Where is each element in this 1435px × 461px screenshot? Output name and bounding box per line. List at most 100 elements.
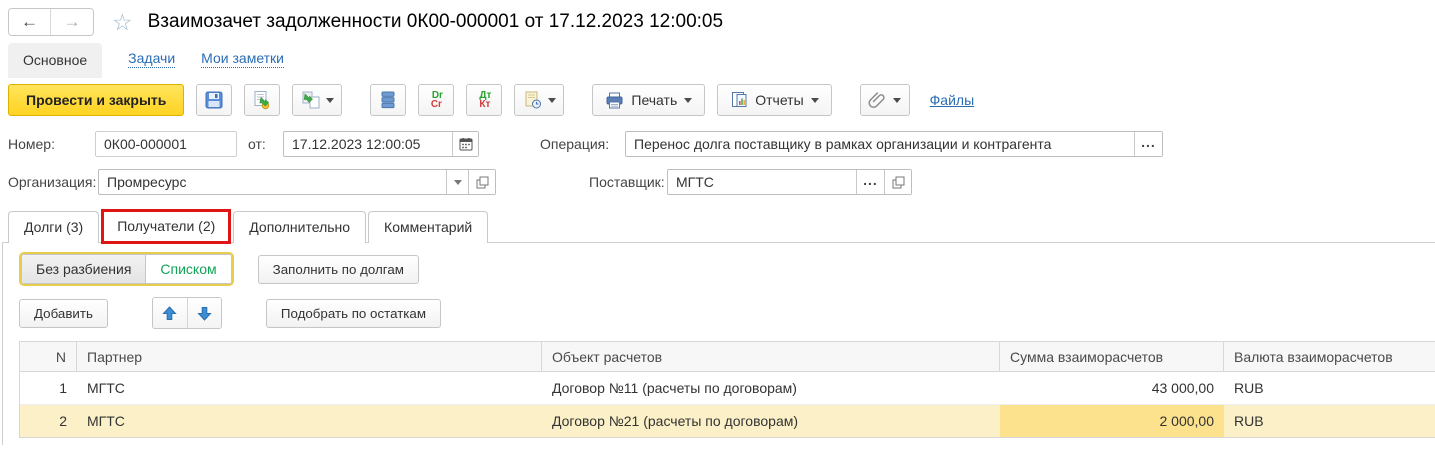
col-header-object[interactable]: Объект расчетов <box>542 342 1000 371</box>
number-label: Номер: <box>8 136 95 152</box>
chevron-down-icon <box>684 98 692 103</box>
post-document-button[interactable] <box>244 84 280 116</box>
date-input[interactable]: 17.12.2023 12:00:05 <box>283 131 479 157</box>
recipients-panel: Без разбиения Списком Заполнить по долга… <box>2 242 1435 445</box>
date-label: от: <box>248 136 283 152</box>
toggle-as-list[interactable]: Списком <box>146 255 230 283</box>
col-header-currency[interactable]: Валюта взаиморасчетов <box>1224 342 1435 371</box>
table-commands-row: Добавить Подобрать по остаткам <box>19 296 1435 330</box>
tab-tasks[interactable]: Задачи <box>128 50 175 68</box>
cell-partner[interactable]: МГТС <box>77 372 542 404</box>
favorite-star-icon[interactable]: ☆ <box>112 11 133 34</box>
chevron-down-icon <box>548 98 556 103</box>
supplier-input[interactable]: МГТС ... <box>667 169 912 195</box>
cell-sum-active[interactable]: 2 000,00 <box>1000 405 1224 437</box>
add-row-button[interactable]: Добавить <box>19 299 108 328</box>
forward-button[interactable]: → <box>51 9 93 35</box>
calendar-icon <box>459 137 473 151</box>
cell-currency[interactable]: RUB <box>1224 405 1435 437</box>
recipients-table: N Партнер Объект расчетов Сумма взаимора… <box>19 341 1435 438</box>
page-title: Взаимозачет задолженности 0К00-000001 от… <box>148 11 723 33</box>
printer-icon <box>605 92 624 109</box>
supplier-value: МГТС <box>668 174 856 190</box>
cell-n[interactable]: 2 <box>20 405 77 437</box>
col-header-partner[interactable]: Партнер <box>77 342 542 371</box>
organization-label: Организация: <box>8 174 98 190</box>
pick-by-balances-button[interactable]: Подобрать по остаткам <box>266 299 441 328</box>
chevron-down-icon <box>893 98 901 103</box>
split-mode-toggle: Без разбиения Списком <box>21 254 232 284</box>
organization-dropdown-button[interactable] <box>446 170 468 194</box>
open-form-icon <box>892 176 905 189</box>
operation-input[interactable]: Перенос долга поставщику в рамках органи… <box>625 131 1163 157</box>
supplier-label: Поставщик: <box>589 174 667 190</box>
save-button[interactable] <box>196 84 232 116</box>
tab-additional[interactable]: Дополнительно <box>233 211 366 243</box>
register-records-button[interactable] <box>370 84 406 116</box>
calendar-button[interactable] <box>452 132 478 156</box>
cell-partner[interactable]: МГТС <box>77 405 542 437</box>
reports-label: Отчеты <box>755 92 803 108</box>
fields-row-2: Организация: Промресурс Поставщик: МГТС … <box>0 169 1435 195</box>
toggle-no-split[interactable]: Без разбиения <box>22 255 146 283</box>
fill-by-debts-button[interactable]: Заполнить по долгам <box>258 255 419 284</box>
organization-open-button[interactable] <box>468 170 495 194</box>
window-header: ← → ☆ Взаимозачет задолженности 0К00-000… <box>0 0 1435 38</box>
floppy-disk-icon <box>204 90 224 110</box>
document-tabs: Долги (3) Получатели (2) Дополнительно К… <box>0 209 1435 243</box>
open-form-icon <box>476 176 489 189</box>
operation-label: Операция: <box>540 136 625 152</box>
document-window: ← → ☆ Взаимозачет задолженности 0К00-000… <box>0 0 1435 461</box>
tab-my-notes[interactable]: Мои заметки <box>201 50 284 68</box>
supplier-choose-button[interactable]: ... <box>856 170 884 194</box>
section-tabs: Основное Задачи Мои заметки <box>0 38 1435 78</box>
table-row[interactable]: 1 МГТС Договор №11 (расчеты по договорам… <box>20 372 1435 405</box>
register-stack-icon <box>379 90 397 110</box>
number-input[interactable]: 0К00-000001 <box>95 131 237 157</box>
tab-main[interactable]: Основное <box>8 43 102 78</box>
attachments-button[interactable] <box>860 84 910 116</box>
chevron-down-icon <box>454 180 462 185</box>
chevron-down-icon <box>811 98 819 103</box>
tab-comment[interactable]: Комментарий <box>368 211 488 243</box>
toolbar: Провести и закрыть <box>0 78 1435 122</box>
move-up-button[interactable] <box>153 298 187 328</box>
document-clock-icon <box>523 90 543 110</box>
tab-debts[interactable]: Долги (3) <box>8 211 99 243</box>
move-down-button[interactable] <box>187 298 221 328</box>
fields-row-1: Номер: 0К00-000001 от: 17.12.2023 12:00:… <box>0 131 1435 157</box>
arrow-down-icon <box>197 306 212 321</box>
organization-input[interactable]: Промресурс <box>98 169 496 195</box>
chevron-down-icon <box>326 98 334 103</box>
date-value: 17.12.2023 12:00:05 <box>284 136 452 152</box>
supplier-open-button[interactable] <box>884 170 911 194</box>
report-chart-icon <box>730 91 748 109</box>
cell-sum[interactable]: 43 000,00 <box>1000 372 1224 404</box>
operation-choose-button[interactable]: ... <box>1134 132 1162 156</box>
reports-menu-button[interactable]: Отчеты <box>717 84 831 116</box>
print-menu-button[interactable]: Печать <box>592 84 705 116</box>
document-history-button[interactable] <box>514 84 564 116</box>
print-label: Печать <box>631 92 677 108</box>
create-based-on-icon <box>301 90 321 110</box>
operation-value: Перенос долга поставщику в рамках органи… <box>626 136 1134 152</box>
files-link[interactable]: Файлы <box>930 92 974 108</box>
paperclip-icon <box>868 90 888 110</box>
cell-object[interactable]: Договор №11 (расчеты по договорам) <box>542 372 1000 404</box>
cell-object[interactable]: Договор №21 (расчеты по договорам) <box>542 405 1000 437</box>
tab-recipients[interactable]: Получатели (2) <box>101 209 231 244</box>
dt-kt-button[interactable]: ДтКт <box>466 84 502 116</box>
create-based-on-button[interactable] <box>292 84 342 116</box>
table-header: N Партнер Объект расчетов Сумма взаимора… <box>20 342 1435 372</box>
post-and-close-button[interactable]: Провести и закрыть <box>8 84 184 116</box>
col-header-sum[interactable]: Сумма взаиморасчетов <box>1000 342 1224 371</box>
arrow-up-icon <box>162 306 177 321</box>
cell-currency[interactable]: RUB <box>1224 372 1435 404</box>
table-row[interactable]: 2 МГТС Договор №21 (расчеты по договорам… <box>20 405 1435 438</box>
kt-label: Кт <box>477 100 491 109</box>
cell-n[interactable]: 1 <box>20 372 77 404</box>
history-nav-group: ← → <box>8 8 94 36</box>
dr-cr-button[interactable]: DrCr <box>418 84 454 116</box>
back-button[interactable]: ← <box>9 9 51 35</box>
col-header-n[interactable]: N <box>20 342 77 371</box>
